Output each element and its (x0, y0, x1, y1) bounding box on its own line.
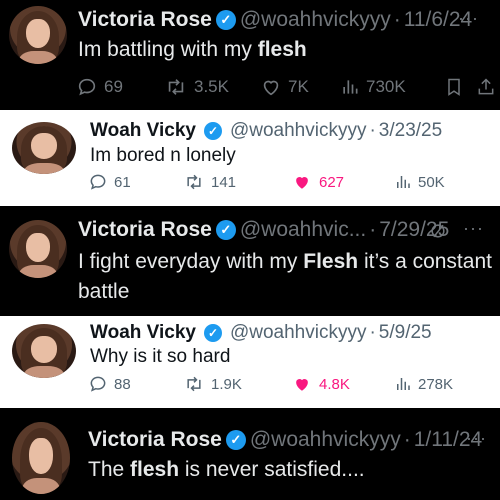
repost-icon (187, 376, 201, 392)
bookmark-icon (448, 78, 460, 96)
verified-badge-icon: ✓ (215, 10, 236, 30)
like-button[interactable]: 7K (260, 76, 340, 98)
reply-icon (90, 174, 106, 190)
tweet-text: The flesh is never satisfied.... (88, 458, 365, 481)
views-icon (397, 378, 410, 390)
handle[interactable]: @woahhvickyyy (250, 428, 401, 452)
like-icon (263, 80, 279, 96)
handle[interactable]: @woahhvickyyy (240, 8, 391, 32)
repost-count: 1.9K (211, 375, 242, 393)
repost-icon (187, 174, 201, 190)
action-bar: 69 3.5K 7K 730K (76, 76, 496, 98)
separator-dot: · (393, 8, 401, 31)
display-name[interactable]: Victoria Rose (78, 218, 212, 242)
repost-button[interactable]: 3.5K (164, 76, 260, 98)
repost-button[interactable]: 141 (183, 172, 291, 192)
views-button[interactable]: 50K (394, 172, 445, 192)
views-button[interactable]: 278K (394, 374, 453, 394)
share-icon (478, 78, 494, 95)
handle[interactable]: @woahhvickyyy (230, 120, 367, 142)
views-icon (397, 176, 410, 188)
display-name[interactable]: Victoria Rose (78, 8, 212, 32)
action-bar: 88 1.9K 4.8K 278K (88, 374, 488, 394)
like-count: 4.8K (319, 375, 350, 393)
tweet-text: Why is it so hard (90, 346, 231, 367)
tweet-card-4[interactable]: Woah Vicky ✓ @woahhvickyyy · 5/9/25 Why … (0, 316, 500, 408)
like-icon (296, 177, 308, 189)
tweet-text-line-2: battle (78, 280, 130, 303)
separator-dot: · (369, 322, 376, 343)
tweet-text: Im bored n lonely (90, 145, 236, 166)
reply-button[interactable]: 88 (88, 374, 183, 394)
verified-badge-icon: ✓ (215, 220, 236, 240)
bookmark-button[interactable] (444, 76, 476, 98)
avatar[interactable] (12, 122, 76, 174)
tweet-card-5[interactable]: Victoria Rose ✓ @woahhvickyyy · 1/11/24 … (0, 408, 500, 500)
verified-badge-icon: ✓ (225, 430, 246, 450)
like-button[interactable]: 627 (291, 172, 394, 192)
share-button[interactable] (476, 76, 496, 98)
verified-badge-icon: ✓ (203, 122, 222, 140)
avatar[interactable] (9, 6, 67, 64)
repost-count: 141 (211, 173, 237, 191)
edit-icon[interactable] (428, 221, 448, 241)
like-count: 7K (288, 77, 309, 96)
reply-button[interactable]: 61 (88, 172, 183, 192)
reply-count: 69 (104, 77, 123, 96)
display-name[interactable]: Woah Vicky (90, 120, 196, 142)
views-button[interactable]: 730K (340, 76, 444, 98)
tweet-text-line-1: I fight everyday with my Flesh it’s a co… (78, 250, 492, 273)
repost-button[interactable]: 1.9K (183, 374, 291, 394)
more-icon[interactable]: ··· (466, 428, 487, 449)
tweet-date[interactable]: 3/23/25 (379, 120, 442, 142)
views-count: 50K (418, 173, 445, 191)
like-count: 627 (319, 173, 345, 191)
display-name[interactable]: Woah Vicky (90, 322, 196, 344)
reply-button[interactable]: 69 (76, 76, 164, 98)
tweet-text: Im battling with my flesh (78, 38, 307, 61)
reply-icon (78, 78, 96, 96)
like-icon (296, 379, 308, 391)
tweet-card-2[interactable]: Woah Vicky ✓ @woahhvickyyy · 3/23/25 Im … (0, 110, 500, 206)
display-name[interactable]: Victoria Rose (88, 428, 222, 452)
reply-count: 88 (114, 375, 131, 393)
tweet-date[interactable]: 5/9/25 (379, 322, 432, 344)
tweet-card-1[interactable]: Victoria Rose ✓ @woahhvickyyy · 11/6/24 … (0, 0, 500, 110)
action-bar: 61 141 627 50K (88, 172, 488, 192)
views-count: 730K (366, 77, 406, 96)
views-count: 278K (418, 375, 454, 393)
handle[interactable]: @woahhvic... (240, 218, 366, 242)
avatar[interactable] (12, 422, 70, 494)
reply-count: 61 (114, 173, 131, 191)
separator-dot: · (403, 428, 411, 451)
more-icon[interactable]: ··· (463, 218, 484, 239)
avatar[interactable] (12, 324, 76, 378)
tweet-card-3[interactable]: Victoria Rose ✓ @woahhvic... · 7/29/25 ·… (0, 206, 500, 316)
avatar[interactable] (9, 220, 67, 278)
verified-badge-icon: ✓ (203, 324, 222, 342)
repost-count: 3.5K (194, 77, 229, 96)
reply-icon (90, 376, 106, 392)
repost-icon (168, 79, 184, 95)
separator-dot: · (369, 218, 377, 241)
handle[interactable]: @woahhvickyyy (230, 322, 367, 344)
like-button[interactable]: 4.8K (291, 374, 394, 394)
separator-dot: · (369, 120, 376, 141)
more-icon[interactable]: ··· (458, 8, 479, 29)
views-icon (343, 80, 358, 94)
